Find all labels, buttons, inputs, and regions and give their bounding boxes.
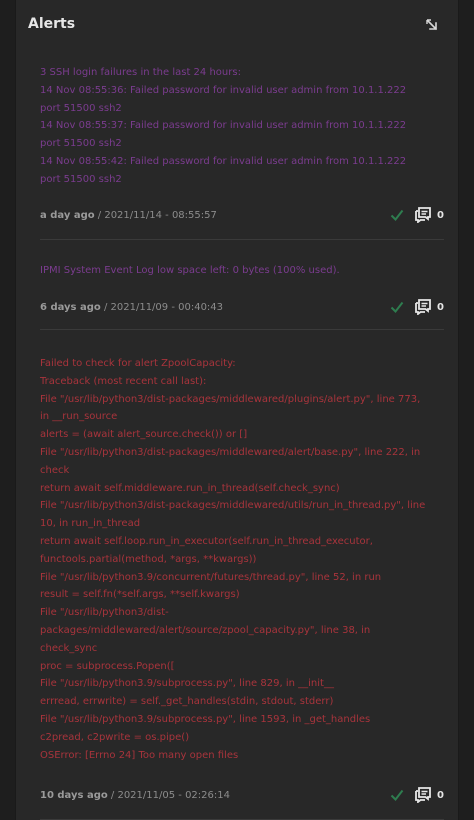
alerts-panel: Alerts 3 SSH login failures in the last … bbox=[15, 0, 459, 820]
comment-count: 0 bbox=[437, 210, 444, 221]
alert-ago: 10 days ago bbox=[40, 790, 108, 801]
alert-timestamp: 10 days ago / 2021/11/05 - 02:26:14 bbox=[40, 790, 230, 801]
alert-datetime: / 2021/11/14 - 08:55:57 bbox=[94, 210, 217, 221]
alert-message: 3 SSH login failures in the last 24 hour… bbox=[40, 67, 407, 185]
alert-message: Failed to check for alert ZpoolCapacity:… bbox=[40, 358, 426, 761]
alert-timestamp: 6 days ago / 2021/11/09 - 00:40:43 bbox=[40, 302, 223, 313]
alert-footer: 6 days ago / 2021/11/09 - 00:40:43 0 bbox=[40, 299, 444, 319]
alert-ago: 6 days ago bbox=[40, 302, 101, 313]
alert-datetime: / 2021/11/05 - 02:26:14 bbox=[107, 790, 230, 801]
alert-footer: a day ago / 2021/11/14 - 08:55:57 0 bbox=[40, 207, 444, 227]
check-icon[interactable] bbox=[390, 788, 404, 802]
expand-icon[interactable] bbox=[424, 17, 440, 33]
alert-item: IPMI System Event Log low space left: 0 … bbox=[40, 240, 444, 330]
alert-timestamp: a day ago / 2021/11/14 - 08:55:57 bbox=[40, 210, 217, 221]
alert-datetime: / 2021/11/09 - 00:40:43 bbox=[100, 302, 224, 313]
panel-title: Alerts bbox=[28, 16, 76, 32]
check-icon[interactable] bbox=[390, 300, 404, 314]
alerts-header: Alerts bbox=[16, 0, 458, 50]
alert-ago: a day ago bbox=[40, 210, 95, 221]
comment-icon[interactable] bbox=[414, 299, 432, 315]
comment-count: 0 bbox=[437, 790, 444, 801]
comment-icon[interactable] bbox=[414, 207, 432, 223]
check-icon[interactable] bbox=[390, 208, 404, 222]
alert-item: Failed to check for alert ZpoolCapacity:… bbox=[40, 330, 444, 820]
comment-icon[interactable] bbox=[414, 787, 432, 803]
alert-item: 3 SSH login failures in the last 24 hour… bbox=[40, 50, 444, 240]
comment-count: 0 bbox=[437, 302, 444, 313]
alert-footer: 10 days ago / 2021/11/05 - 02:26:14 0 bbox=[40, 787, 444, 807]
alert-message: IPMI System Event Log low space left: 0 … bbox=[40, 265, 340, 276]
